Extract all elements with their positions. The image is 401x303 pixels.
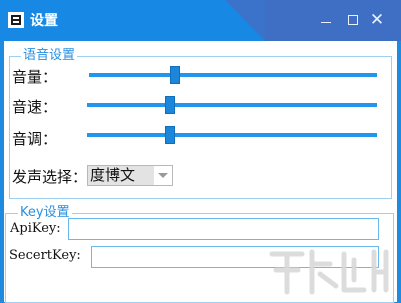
speaker-label: 发声选择： (12, 168, 88, 186)
pitch-slider-track (87, 133, 377, 137)
volume-label: 音量： (12, 68, 58, 86)
speaker-selected-value: 度博文 (88, 166, 154, 185)
pitch-label: 音调： (12, 130, 58, 148)
minimize-icon (321, 21, 331, 23)
volume-slider[interactable] (89, 66, 377, 84)
watermark-logo (269, 249, 389, 295)
api-key-label: ApiKey: (10, 221, 61, 236)
voice-settings-title: 语音设置 (21, 48, 78, 64)
title-bar[interactable]: 设置 ✕ (0, 0, 401, 41)
chevron-down-icon[interactable] (158, 173, 168, 178)
volume-slider-thumb[interactable] (170, 66, 180, 84)
speaker-select[interactable]: 度博文 (87, 165, 173, 186)
speed-label: 音速： (12, 98, 58, 116)
close-icon: ✕ (369, 10, 385, 30)
title-bar-decoration (225, 0, 265, 41)
close-button[interactable]: ✕ (367, 10, 387, 30)
secret-key-label: SecertKey: (9, 248, 81, 263)
window-title: 设置 (30, 13, 58, 29)
minimize-button[interactable] (316, 10, 336, 30)
speed-slider-thumb[interactable] (165, 96, 175, 114)
pitch-slider[interactable] (87, 126, 377, 144)
api-key-input[interactable] (68, 218, 379, 240)
key-settings-title: Key设置 (18, 205, 72, 221)
maximize-icon (348, 15, 358, 25)
pitch-slider-thumb[interactable] (165, 126, 175, 144)
speed-slider-track (87, 103, 377, 107)
maximize-button[interactable] (343, 10, 363, 30)
speed-slider[interactable] (87, 96, 377, 114)
app-icon (8, 12, 24, 28)
volume-slider-track (89, 73, 377, 77)
